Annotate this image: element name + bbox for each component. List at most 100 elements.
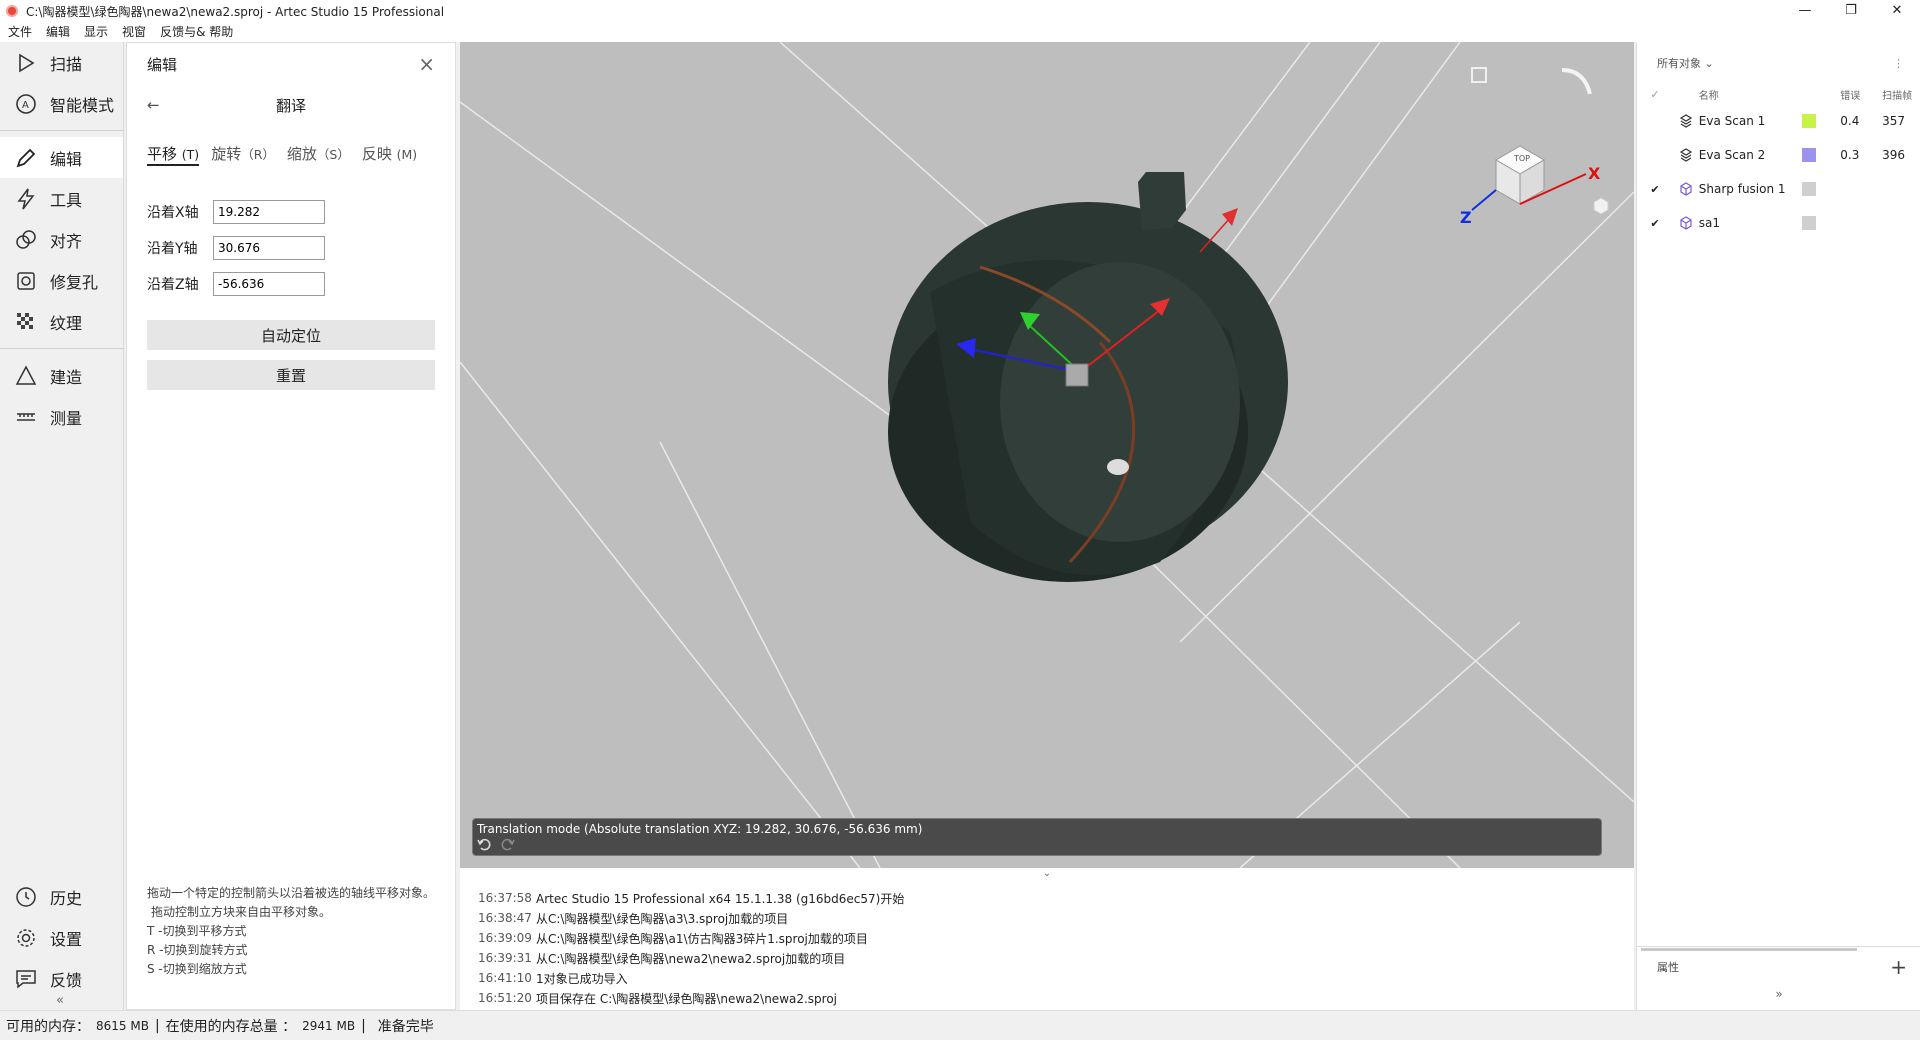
tab-scale[interactable]: 缩放（S）: [287, 143, 350, 166]
ready-status: 准备完毕: [377, 1018, 434, 1035]
view-cube-top-label: TOP: [1514, 154, 1531, 163]
tab-mirror-label: 反映: [361, 145, 392, 163]
visibility-check[interactable]: ✔: [1637, 183, 1673, 196]
properties-label[interactable]: 属性: [1657, 959, 1679, 975]
nav-measure[interactable]: 测量: [0, 396, 123, 437]
fit-view-icon[interactable]: [1471, 67, 1487, 83]
left-sidebar: 扫描 A 智能模式 编辑 工具 对齐 修复孔 纹理 建造 测量 历史 设置 反馈…: [0, 42, 124, 1010]
3d-viewport[interactable]: TOP X Z Translation mode (Absolute trans…: [460, 42, 1634, 868]
tab-scale-key: （S）: [316, 147, 350, 162]
close-icon[interactable]: ×: [418, 52, 435, 76]
rotate-view-icon[interactable]: [1561, 68, 1592, 95]
menu-edit[interactable]: 编辑: [46, 22, 70, 42]
x-axis-label: 沿着X轴: [147, 205, 199, 221]
auto-position-button[interactable]: 自动定位: [147, 320, 435, 350]
redo-icon[interactable]: [501, 837, 515, 851]
log-message: 从C:\陶器模型\绿色陶器\a1\仿古陶器3碎片1.sproj加载的项目: [536, 931, 868, 946]
hole-fill-icon: [17, 271, 35, 290]
object-color-swatch[interactable]: [1802, 216, 1817, 230]
menu-file[interactable]: 文件: [8, 22, 32, 42]
nav-tools-label: 工具: [50, 190, 83, 210]
nav-fill-holes[interactable]: 修复孔: [0, 260, 123, 301]
log-entry: 16:39:09 从C:\陶器模型\绿色陶器\a1\仿古陶器3碎片1.sproj加…: [478, 928, 1634, 948]
close-window-button[interactable]: ✕: [1874, 0, 1920, 22]
object-frames: 357: [1882, 114, 1906, 128]
column-error: 错误: [1840, 90, 1861, 102]
nav-build[interactable]: 建造: [0, 355, 123, 396]
add-icon[interactable]: +: [1890, 955, 1907, 979]
menu-window[interactable]: 视窗: [122, 22, 146, 42]
nav-edit[interactable]: 编辑: [0, 137, 123, 178]
y-axis-input[interactable]: [213, 236, 325, 260]
undo-icon[interactable]: [477, 837, 491, 851]
column-frames: 扫描帧: [1882, 90, 1913, 102]
nav-texture[interactable]: 纹理: [0, 301, 123, 342]
z-axis-label: 沿着Z轴: [147, 277, 199, 293]
back-arrow-icon[interactable]: ←: [147, 96, 160, 114]
tab-translate-key: (T): [181, 147, 200, 162]
log-entry: 16:38:47 从C:\陶器模型\绿色陶器\a3\3.sproj加载的项目: [478, 908, 1634, 928]
scan-layers-icon: [1679, 114, 1692, 128]
nav-build-label: 建造: [50, 367, 83, 387]
chevron-down-icon: ⌄: [1704, 57, 1714, 70]
nav-tools[interactable]: 工具: [0, 178, 123, 219]
divider: [0, 348, 123, 349]
tab-scale-label: 缩放: [286, 145, 317, 163]
help-line: T -切换到平移方式: [147, 924, 247, 938]
minimize-button[interactable]: —: [1782, 0, 1828, 22]
object-row[interactable]: Eva Scan 2 0.3 396: [1637, 138, 1920, 172]
window-title: C:\陶器模型\绿色陶器\newa2\newa2.sproj - Artec S…: [26, 4, 445, 19]
nav-edit-label: 编辑: [50, 149, 83, 169]
menu-help[interactable]: 反馈与& 帮助: [160, 22, 233, 42]
menu-display[interactable]: 显示: [84, 22, 108, 42]
log-collapse-button[interactable]: ⌄: [460, 868, 1634, 882]
object-color-swatch[interactable]: [1802, 148, 1817, 162]
tab-rotate[interactable]: 旋转（R）: [211, 143, 275, 166]
nav-align[interactable]: 对齐: [0, 219, 123, 260]
feedback-icon: [16, 969, 36, 989]
log-message: 1对象已成功导入: [536, 971, 628, 986]
reset-button[interactable]: 重置: [147, 360, 435, 390]
workspace-panel: 所有对象 ⌄ ⋮ ✓ 名称 错误 扫描帧 Eva Scan 1 0.4 357 …: [1636, 42, 1920, 1010]
object-filter-dropdown[interactable]: 所有对象 ⌄: [1657, 55, 1714, 71]
z-axis-indicator: Z: [1460, 208, 1472, 227]
z-axis-input[interactable]: [213, 272, 325, 296]
perspective-cube-icon[interactable]: [1593, 197, 1609, 215]
edit-panel-subtitle: 翻译: [275, 96, 306, 115]
objects-table-header: ✓ 名称 错误 扫描帧: [1637, 84, 1920, 104]
status-separator: |: [154, 1017, 160, 1034]
nav-autopilot-label: 智能模式: [50, 95, 115, 115]
pencil-icon: [16, 148, 36, 167]
object-color-swatch[interactable]: [1802, 114, 1817, 128]
divider: [0, 130, 123, 131]
x-axis-input[interactable]: [213, 200, 325, 224]
more-options-icon[interactable]: ⋮: [1893, 57, 1904, 70]
visibility-check[interactable]: ✔: [1637, 217, 1673, 230]
nav-scan[interactable]: 扫描: [0, 42, 123, 83]
nav-fill-holes-label: 修复孔: [50, 272, 99, 292]
tab-translate[interactable]: 平移 (T): [147, 143, 200, 166]
free-memory-label: 可用的内存：: [6, 1018, 90, 1035]
object-name: sa1: [1698, 216, 1721, 230]
translation-status: Translation mode (Absolute translation X…: [477, 822, 923, 836]
help-line: R -切换到旋转方式: [147, 943, 248, 957]
nav-settings[interactable]: 设置: [0, 917, 124, 958]
object-row[interactable]: ✔ Sharp fusion 1: [1637, 172, 1920, 206]
header-check-icon[interactable]: ✓: [1637, 88, 1673, 101]
tab-mirror[interactable]: 反映 (M): [362, 143, 417, 166]
nav-autopilot[interactable]: A 智能模式: [0, 83, 123, 124]
lightning-icon: [17, 188, 35, 209]
expand-panel-button[interactable]: »: [1637, 987, 1920, 1001]
maximize-button[interactable]: ❐: [1828, 0, 1874, 22]
viewport-scene[interactable]: [460, 42, 1634, 868]
object-color-swatch[interactable]: [1802, 182, 1817, 196]
nav-scan-label: 扫描: [50, 54, 83, 74]
tab-rotate-label: 旋转: [211, 145, 242, 163]
collapse-sidebar-button[interactable]: «: [56, 993, 64, 1008]
edit-panel: 编辑 × ← 翻译 平移 (T) 旋转（R） 缩放（S） 反映 (M) 沿着X轴…: [126, 42, 456, 1010]
nav-history[interactable]: 历史: [0, 876, 124, 917]
object-row[interactable]: ✔ sa1: [1637, 206, 1920, 240]
texture-icon: [17, 312, 33, 329]
object-row[interactable]: Eva Scan 1 0.4 357: [1637, 104, 1920, 138]
object-frames: 396: [1882, 148, 1906, 162]
